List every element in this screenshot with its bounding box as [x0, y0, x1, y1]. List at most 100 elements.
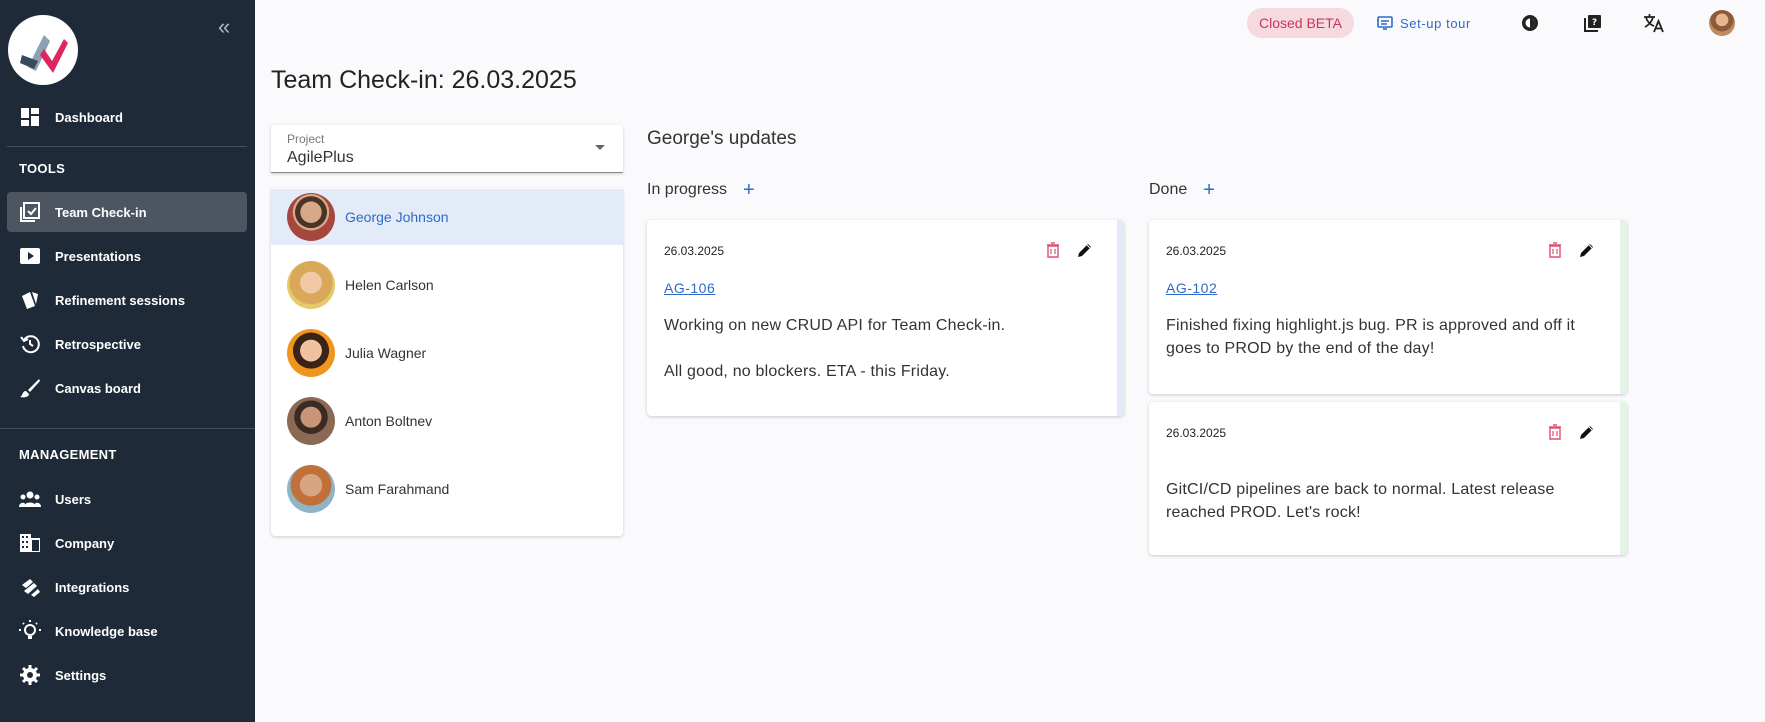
chevron-down-icon [595, 145, 605, 150]
card-text: Finished fixing highlight.js bug. PR is … [1166, 317, 1576, 334]
sidebar-item-settings[interactable]: Settings [7, 655, 247, 695]
sidebar-item-label: Canvas board [55, 380, 141, 396]
history-icon [7, 324, 47, 364]
member-item-helen-carlson[interactable]: Helen Carlson [271, 257, 623, 313]
add-in-progress-button[interactable]: + [743, 180, 755, 200]
avatar [287, 465, 335, 513]
sidebar-item-integrations[interactable]: Integrations [7, 567, 247, 607]
lightbulb-icon [7, 611, 47, 651]
add-done-button[interactable]: + [1203, 180, 1215, 200]
beta-badge: Closed BETA [1247, 8, 1354, 38]
brush-icon [7, 368, 47, 408]
building-icon [7, 523, 47, 563]
card-text: All good, no blockers. ETA - this Friday… [664, 363, 950, 380]
divider [7, 146, 247, 147]
card-text: GitCI/CD pipelines are back to normal. L… [1166, 481, 1555, 498]
collapse-sidebar-icon[interactable]: « [218, 16, 236, 38]
sidebar-item-label: Knowledge base [55, 623, 158, 639]
sidebar-item-label: Retrospective [55, 336, 141, 352]
card-accent-bar [1620, 220, 1627, 394]
card-text: Working on new CRUD API for Team Check-i… [664, 317, 1006, 334]
member-name: Helen Carlson [345, 277, 434, 293]
member-name: Anton Boltnev [345, 413, 433, 429]
sidebar-item-team-check-in[interactable]: Team Check-in [7, 192, 247, 232]
ticket-link[interactable]: AG-102 [1166, 280, 1217, 296]
users-icon [7, 479, 47, 519]
sidebar-item-retrospective[interactable]: Retrospective [7, 324, 247, 364]
delete-icon[interactable] [1548, 424, 1562, 440]
card-accent-bar [1620, 402, 1627, 555]
page-title: Team Check-in: 26.03.2025 [271, 66, 577, 94]
theme-icon[interactable] [1517, 10, 1543, 36]
delete-icon[interactable] [1548, 242, 1562, 258]
edit-icon[interactable] [1579, 424, 1595, 440]
setup-tour-label: Set-up tour [1400, 15, 1471, 31]
sidebar-item-canvas-board[interactable]: Canvas board [7, 368, 247, 408]
sidebar-item-users[interactable]: Users [7, 479, 247, 519]
sidebar-item-label: Refinement sessions [55, 292, 186, 308]
section-title-management: MANAGEMENT [19, 447, 117, 462]
sidebar-item-label: Integrations [55, 579, 130, 595]
sidebar-item-refinement-sessions[interactable]: Refinement sessions [7, 280, 247, 320]
project-select[interactable]: Project AgilePlus [271, 125, 623, 173]
member-item-sam-farahmand[interactable]: Sam Farahmand [271, 461, 623, 517]
sidebar-item-label: Users [55, 491, 92, 507]
column-header-in-progress: In progress + [647, 180, 755, 200]
svg-text:?: ? [1592, 18, 1597, 28]
tour-icon [1377, 16, 1393, 30]
help-icon[interactable]: ? [1580, 10, 1606, 36]
avatar [287, 329, 335, 377]
sidebar-item-label: Presentations [55, 248, 141, 264]
avatar [287, 261, 335, 309]
translate-icon[interactable] [1641, 10, 1667, 36]
updates-title: George's updates [647, 128, 797, 149]
sidebar-item-dashboard[interactable]: Dashboard [7, 97, 247, 137]
sidebar-item-company[interactable]: Company [7, 523, 247, 563]
setup-tour-button[interactable]: Set-up tour [1377, 12, 1471, 34]
video-icon [7, 236, 47, 276]
card-date: 26.03.2025 [664, 244, 725, 258]
app-logo[interactable] [8, 15, 78, 85]
card-accent-bar [1117, 220, 1124, 416]
integrations-icon [7, 567, 47, 607]
sidebar-item-label: Settings [55, 667, 107, 683]
avatar [287, 397, 335, 445]
card-date: 26.03.2025 [1166, 426, 1227, 440]
dashboard-icon [7, 97, 47, 137]
sidebar-item-presentations[interactable]: Presentations [7, 236, 247, 276]
column-title: In progress [647, 181, 728, 198]
card-text: reached PROD. Let's rock! [1166, 504, 1361, 521]
update-card: 26.03.2025 AG-102 Finished fixing highli… [1149, 220, 1627, 394]
project-select-label: Project [287, 132, 325, 146]
card-date: 26.03.2025 [1166, 244, 1227, 258]
member-item-anton-boltnev[interactable]: Anton Boltnev [271, 393, 623, 449]
delete-icon[interactable] [1046, 242, 1060, 258]
member-name: Julia Wagner [345, 345, 427, 361]
update-card: 26.03.2025 AG-106 Working on new CRUD AP… [647, 220, 1124, 416]
section-title-tools: TOOLS [19, 161, 66, 176]
checkin-icon [7, 192, 47, 232]
ticket-link[interactable]: AG-106 [664, 280, 715, 296]
edit-icon[interactable] [1579, 242, 1595, 258]
sidebar-item-knowledge-base[interactable]: Knowledge base [7, 611, 247, 651]
sidebar: « Dashboard TOOLS Team Check-in Presenta… [0, 0, 255, 722]
member-name: George Johnson [345, 209, 449, 225]
user-avatar[interactable] [1709, 10, 1735, 36]
column-header-done: Done + [1149, 180, 1215, 200]
cards-icon [7, 280, 47, 320]
divider [0, 428, 255, 429]
update-card: 26.03.2025 GitCI/CD pipelines are back t… [1149, 402, 1627, 555]
column-title: Done [1149, 181, 1188, 198]
member-item-julia-wagner[interactable]: Julia Wagner [271, 325, 623, 381]
sidebar-item-label: Dashboard [55, 109, 123, 125]
project-select-value: AgilePlus [287, 149, 354, 166]
edit-icon[interactable] [1077, 242, 1093, 258]
sidebar-item-label: Team Check-in [55, 204, 147, 220]
gear-icon [7, 655, 47, 695]
member-name: Sam Farahmand [345, 481, 450, 497]
member-list: George Johnson Helen Carlson Julia Wagne… [271, 188, 623, 536]
card-text: goes to PROD by the end of the day! [1166, 340, 1435, 357]
member-item-george-johnson[interactable]: George Johnson [271, 189, 623, 245]
sidebar-item-label: Company [55, 535, 115, 551]
avatar [287, 193, 335, 241]
